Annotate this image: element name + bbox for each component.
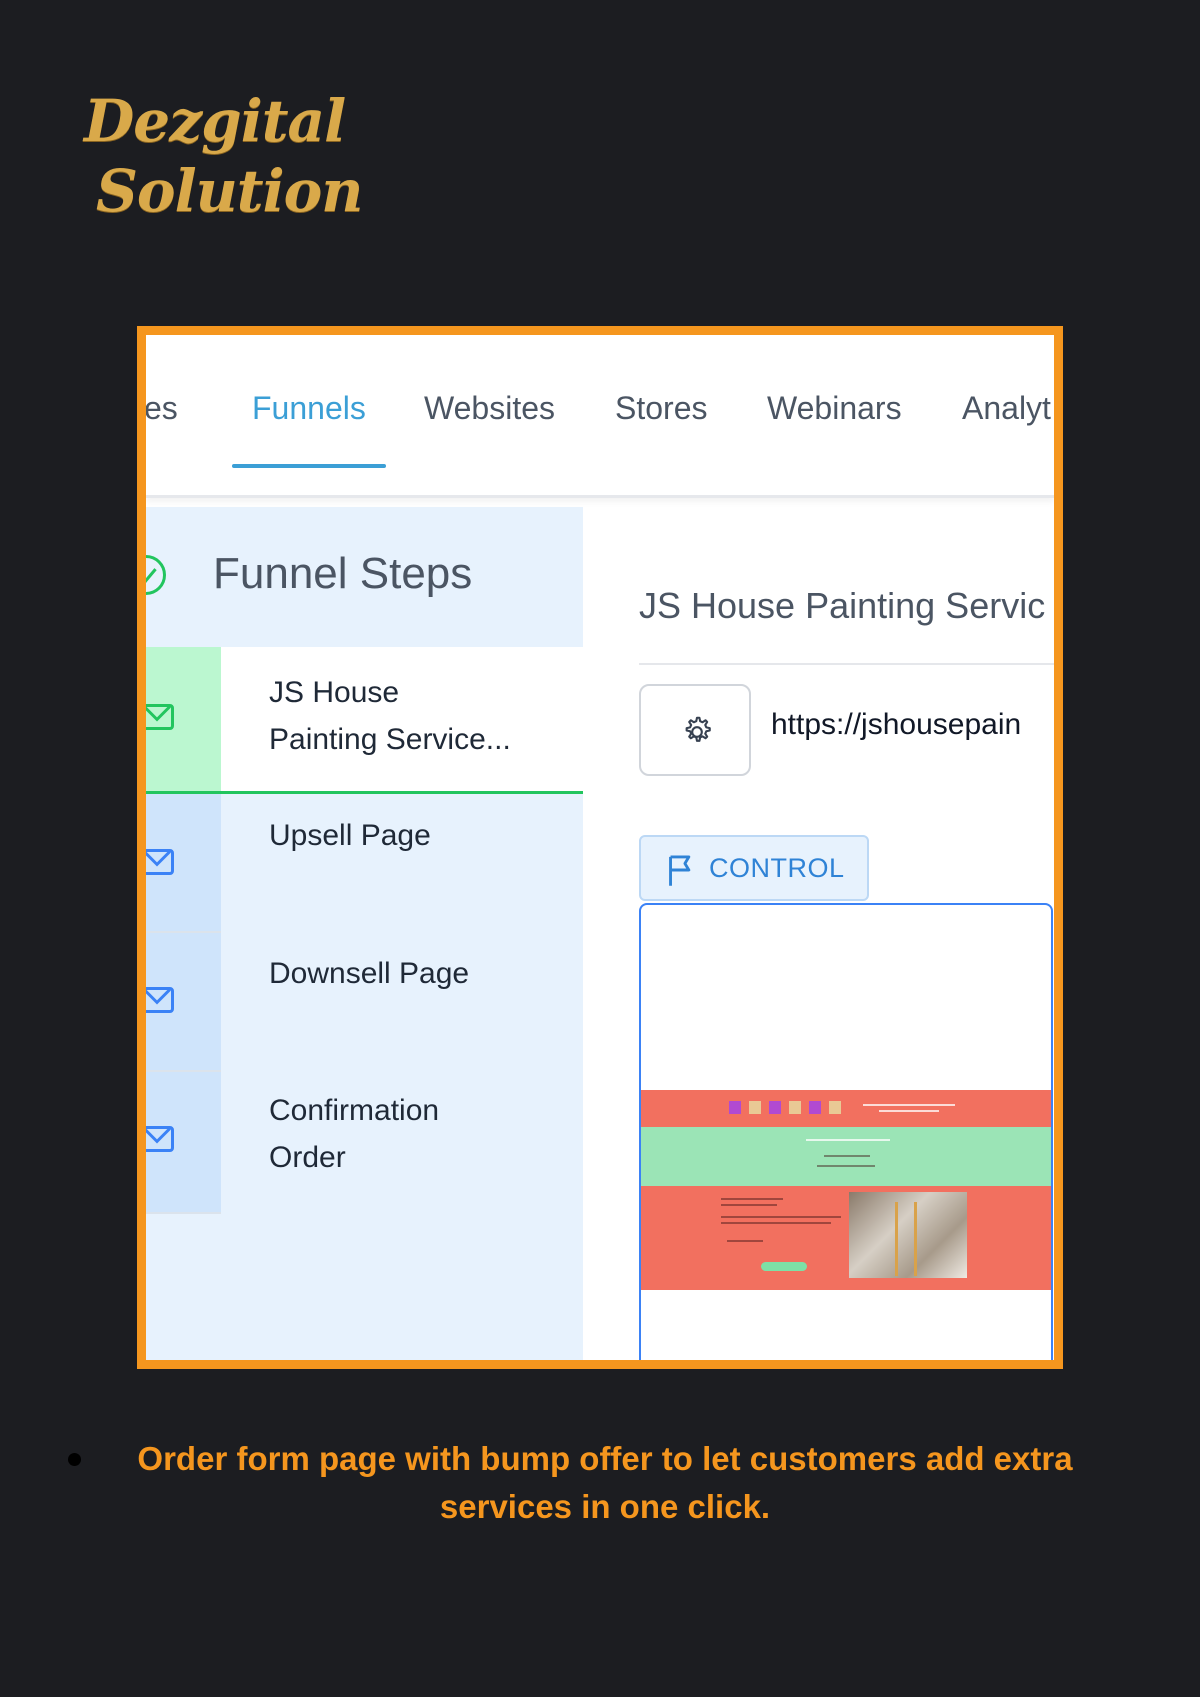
brand-logo-line2: Solution [96, 157, 363, 225]
funnel-step-title: JS House Painting Servic [639, 585, 1046, 626]
active-tab-indicator [232, 464, 386, 468]
step-divider [146, 1212, 221, 1214]
step-label-line1: Confirmation [269, 1094, 440, 1127]
funnel-steps-title: Funnel Steps [213, 549, 473, 598]
preview-cta-button [761, 1262, 807, 1271]
gear-icon [685, 716, 711, 742]
step-settings-button[interactable] [639, 684, 751, 776]
funnel-steps-panel: Funnel Steps JS House Painting Service..… [146, 507, 583, 1360]
funnel-step-item[interactable]: JS House Painting Service... [146, 647, 583, 792]
app-window: es Funnels Websites Stores Webinars Anal… [146, 335, 1054, 1360]
control-label: CONTROL [709, 853, 845, 883]
flag-icon [669, 855, 691, 886]
step-label-line1: Upsell Page [269, 819, 431, 852]
preview-header-band [641, 1090, 1051, 1127]
brand-logo-line1: Dezgital [84, 87, 346, 155]
step-label-line2: Order [269, 1141, 346, 1174]
brand-logo: Dezgital Solution [84, 86, 363, 226]
caption-text: Order form page with bump offer to let c… [137, 1440, 1073, 1525]
funnel-steps-header: Funnel Steps [146, 507, 583, 647]
control-variant-button[interactable]: CONTROL [639, 835, 869, 901]
step-label-line1: Downsell Page [269, 957, 470, 990]
screenshot-frame: es Funnels Websites Stores Webinars Anal… [137, 326, 1063, 1369]
funnel-step-item[interactable]: Downsell Page [146, 933, 583, 1070]
top-navigation: es Funnels Websites Stores Webinars Anal… [146, 335, 1054, 498]
step-label-line1: JS House [269, 676, 400, 709]
mail-icon [146, 704, 174, 730]
check-circle-icon [146, 555, 166, 595]
tab-funnels[interactable]: Funnels [252, 390, 366, 427]
funnel-url[interactable]: https://jshousepain [771, 708, 1021, 742]
preview-hero-band [641, 1127, 1051, 1186]
funnel-step-item[interactable]: Confirmation Order [146, 1072, 583, 1212]
tab-webinars[interactable]: Webinars [767, 390, 902, 427]
tab-websites[interactable]: Websites [424, 390, 555, 427]
preview-content-band [641, 1186, 1051, 1290]
title-divider [639, 663, 1054, 665]
tab-sites[interactable]: es [146, 390, 178, 427]
funnel-step-item[interactable]: Upsell Page [146, 794, 583, 931]
step-label-line2: Painting Service... [269, 723, 511, 756]
preview-photo [849, 1192, 967, 1278]
mail-icon [146, 1126, 174, 1152]
tab-stores[interactable]: Stores [615, 390, 707, 427]
tab-analytics[interactable]: Analyt [962, 390, 1051, 427]
mail-icon [146, 987, 174, 1013]
page-preview-thumbnail[interactable] [639, 903, 1053, 1360]
mail-icon [146, 849, 174, 875]
bullet-point [68, 1453, 81, 1466]
